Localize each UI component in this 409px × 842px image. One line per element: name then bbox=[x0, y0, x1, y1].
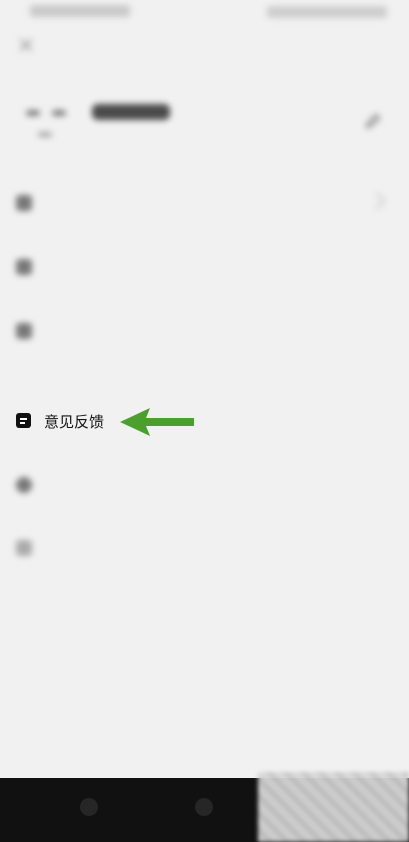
menu-item-6[interactable] bbox=[0, 528, 409, 568]
status-bar-icons bbox=[267, 6, 387, 18]
profile-header[interactable] bbox=[0, 90, 409, 160]
nav-back-button[interactable] bbox=[80, 798, 98, 816]
watermark-overlay bbox=[258, 772, 409, 842]
feedback-icon bbox=[16, 413, 31, 428]
profile-info bbox=[92, 96, 170, 120]
status-bar-time bbox=[30, 5, 130, 17]
annotation-arrow-icon bbox=[120, 408, 194, 436]
menu-item-icon bbox=[16, 540, 32, 556]
menu-item-3[interactable] bbox=[0, 311, 409, 351]
status-bar bbox=[0, 0, 409, 26]
nav-home-button[interactable] bbox=[195, 798, 213, 816]
menu-item-icon bbox=[16, 259, 32, 275]
profile-id bbox=[92, 104, 170, 120]
menu-item-5[interactable] bbox=[0, 465, 409, 505]
close-icon[interactable] bbox=[18, 37, 34, 53]
avatar[interactable] bbox=[22, 98, 70, 146]
menu-item-1[interactable] bbox=[0, 183, 409, 223]
menu-item-icon bbox=[16, 195, 32, 211]
edit-icon[interactable] bbox=[364, 112, 382, 130]
menu-item-2[interactable] bbox=[0, 247, 409, 287]
menu-item-icon bbox=[16, 323, 32, 339]
menu-item-feedback[interactable]: 意见反馈 bbox=[0, 400, 409, 442]
chevron-right-icon bbox=[368, 192, 386, 210]
feedback-label: 意见反馈 bbox=[44, 413, 105, 431]
menu-item-icon bbox=[16, 477, 32, 493]
